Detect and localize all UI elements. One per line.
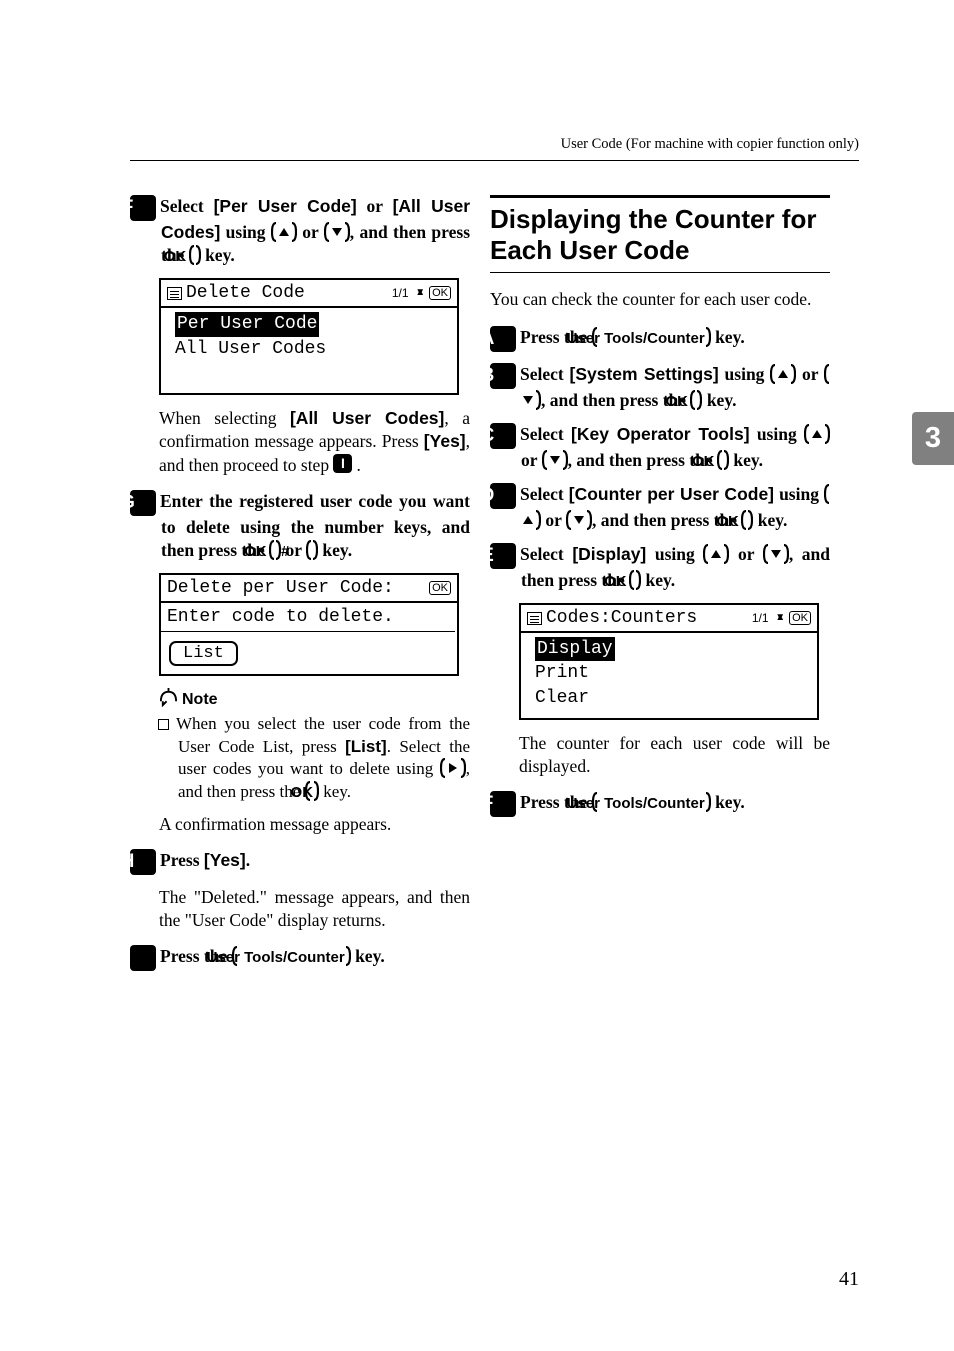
- step-8: HPress [Yes].: [130, 849, 470, 875]
- r-step-6-text: Press the User Tools/Counter key.: [520, 792, 745, 812]
- note-icon: [159, 688, 178, 707]
- step-8-icon: H: [130, 849, 156, 875]
- r-step-1: APress the User Tools/Counter key.: [490, 326, 830, 352]
- r-step-5-icon: E: [490, 543, 516, 569]
- rlcd-row1: Display: [535, 637, 615, 661]
- note-bullet: When you select the user code from the U…: [130, 713, 470, 803]
- lcd-delete-code: Delete Code 1/1 ▲▼ OK Per User Code All …: [159, 278, 459, 395]
- lcd1-title: Delete Code: [186, 283, 305, 303]
- lcd-delete-per-user: Delete per User Code: OK Enter code to d…: [159, 573, 459, 676]
- rlcd-page: 1/1: [752, 611, 769, 625]
- lcd1-row2: All User Codes: [167, 337, 451, 361]
- r-step-3-text: Select [Key Operator Tools] using or , a…: [520, 424, 830, 470]
- step-7: GEnter the registered user code you want…: [130, 490, 470, 562]
- step-7-icon: G: [130, 490, 156, 516]
- step-9: IPress the User Tools/Counter key.: [130, 945, 470, 971]
- r-step-5-text: Select [Display] using or , and then pre…: [520, 544, 830, 590]
- list-icon-2: [527, 612, 542, 625]
- step-6-text: Select [Per User Code] or [All User Code…: [160, 196, 470, 265]
- r-step-6-icon: F: [490, 791, 516, 817]
- r-step-4-icon: D: [490, 483, 516, 509]
- lcd-codes-counters: Codes:Counters 1/1 ▲▼ OK Display Print C…: [519, 603, 819, 720]
- list-button: List: [169, 641, 238, 666]
- ok-icon-2: OK: [429, 581, 451, 595]
- header-rule: [130, 160, 859, 161]
- r-step-1-icon: A: [490, 326, 516, 352]
- page-header: User Code (For machine with copier funct…: [561, 136, 859, 153]
- all-user-codes-note: When selecting [All User Codes], a confi…: [159, 407, 470, 477]
- r-step-2-icon: B: [490, 363, 516, 389]
- deleted-line: The "Deleted." message appears, and then…: [159, 886, 470, 933]
- r-step-3-icon: C: [490, 423, 516, 449]
- note-label: Note: [182, 691, 218, 708]
- note-section: Note: [159, 688, 470, 709]
- bullet-icon: [158, 719, 169, 730]
- ok-icon: OK: [429, 286, 451, 300]
- r-step-3: CSelect [Key Operator Tools] using or , …: [490, 423, 830, 472]
- right-column: Displaying the Counter for Each User Cod…: [490, 195, 830, 828]
- lcd2-title: Delete per User Code:: [167, 578, 394, 598]
- step-8-text: Press [Yes].: [160, 850, 250, 870]
- lcd1-page: 1/1: [392, 286, 409, 300]
- r-step-2-text: Select [System Settings] using or , and …: [520, 364, 830, 410]
- list-icon: [167, 287, 182, 300]
- step-9-text: Press the User Tools/Counter key.: [160, 946, 385, 966]
- rlcd-row3: Clear: [527, 686, 811, 710]
- rlcd-row2: Print: [527, 661, 811, 685]
- section-heading: Displaying the Counter for Each User Cod…: [490, 195, 830, 273]
- step-9-icon: I: [130, 945, 156, 971]
- r-step-4: DSelect [Counter per User Code] using or…: [490, 483, 830, 532]
- r-step-6: FPress the User Tools/Counter key.: [490, 791, 830, 817]
- r-step-4-text: Select [Counter per User Code] using or …: [520, 484, 830, 530]
- left-column: FSelect [Per User Code] or [All User Cod…: [130, 195, 470, 982]
- lcd2-row1: Enter code to delete.: [165, 607, 451, 627]
- step-7-text: Enter the registered user code you want …: [160, 491, 470, 560]
- step-6-icon: F: [130, 195, 156, 221]
- ok-icon-3: OK: [789, 611, 811, 625]
- after-lcd-text: The counter for each user code will be d…: [519, 732, 830, 779]
- r-step-1-text: Press the User Tools/Counter key.: [520, 327, 745, 347]
- r-step-2: BSelect [System Settings] using or , and…: [490, 363, 830, 412]
- rlcd-title: Codes:Counters: [546, 608, 697, 628]
- r-step-5: ESelect [Display] using or , and then pr…: [490, 543, 830, 592]
- lcd1-row1: Per User Code: [175, 312, 319, 336]
- page-number: 41: [839, 1268, 859, 1291]
- confirm-line: A confirmation message appears.: [159, 813, 470, 836]
- intro-text: You can check the counter for each user …: [490, 288, 830, 311]
- step-6: FSelect [Per User Code] or [All User Cod…: [130, 195, 470, 267]
- step-ref-9: I: [333, 454, 352, 473]
- chapter-tab: 3: [912, 412, 954, 465]
